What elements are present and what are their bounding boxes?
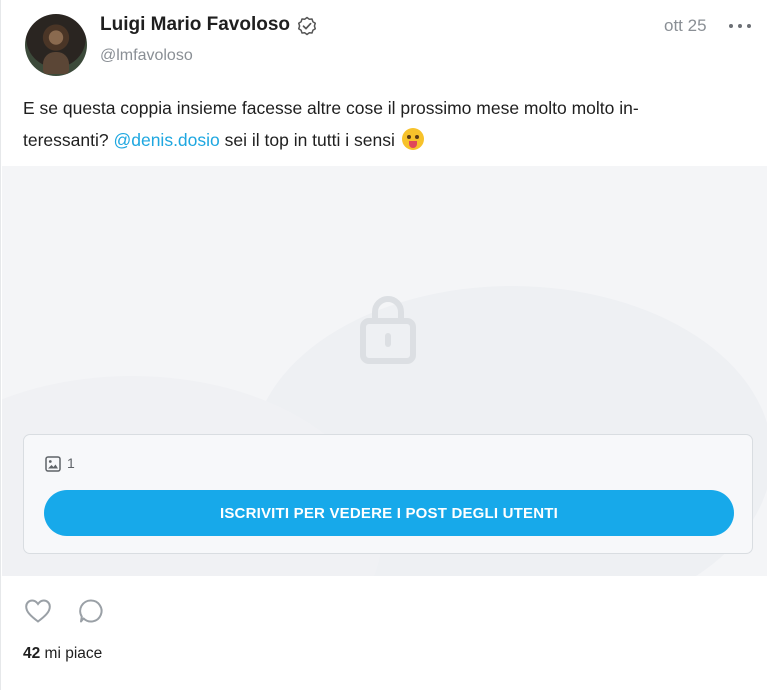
likes-label: mi piace (40, 645, 103, 662)
subscribe-button[interactable]: ISCRIVITI PER VEDERE I POST DEGLI UTENTI (44, 490, 734, 536)
lock-icon (360, 296, 416, 364)
subscribe-box: 1 ISCRIVITI PER VEDERE I POST DEGLI UTEN… (23, 434, 753, 554)
locked-media: 1 ISCRIVITI PER VEDERE I POST DEGLI UTEN… (2, 166, 767, 576)
tongue-face-emoji (401, 128, 424, 150)
post-date[interactable]: ott 25 (664, 16, 707, 36)
post-card: Luigi Mario Favoloso @lmfavoloso ott 25 … (0, 0, 767, 690)
heart-icon[interactable] (24, 598, 52, 624)
post-text-line2-start: teressanti? (23, 130, 114, 150)
image-icon (45, 456, 61, 472)
post-text: E se questa coppia insieme facesse altre… (23, 92, 753, 156)
verified-icon (297, 16, 317, 36)
post-text-line2-end: sei il top in tutti i sensi (219, 130, 400, 150)
author-name[interactable]: Luigi Mario Favoloso (100, 14, 290, 36)
comment-icon[interactable] (78, 598, 104, 624)
mention-link[interactable]: @denis.dosio (113, 130, 219, 150)
likes-count[interactable]: 42 mi piace (23, 645, 102, 663)
post-text-line1: E se questa coppia insieme facesse altre… (23, 98, 639, 118)
author-handle[interactable]: @lmfavoloso (100, 47, 193, 65)
image-count: 1 (67, 455, 75, 471)
likes-number: 42 (23, 645, 41, 662)
avatar[interactable] (25, 14, 87, 76)
more-options-icon[interactable] (727, 14, 755, 36)
